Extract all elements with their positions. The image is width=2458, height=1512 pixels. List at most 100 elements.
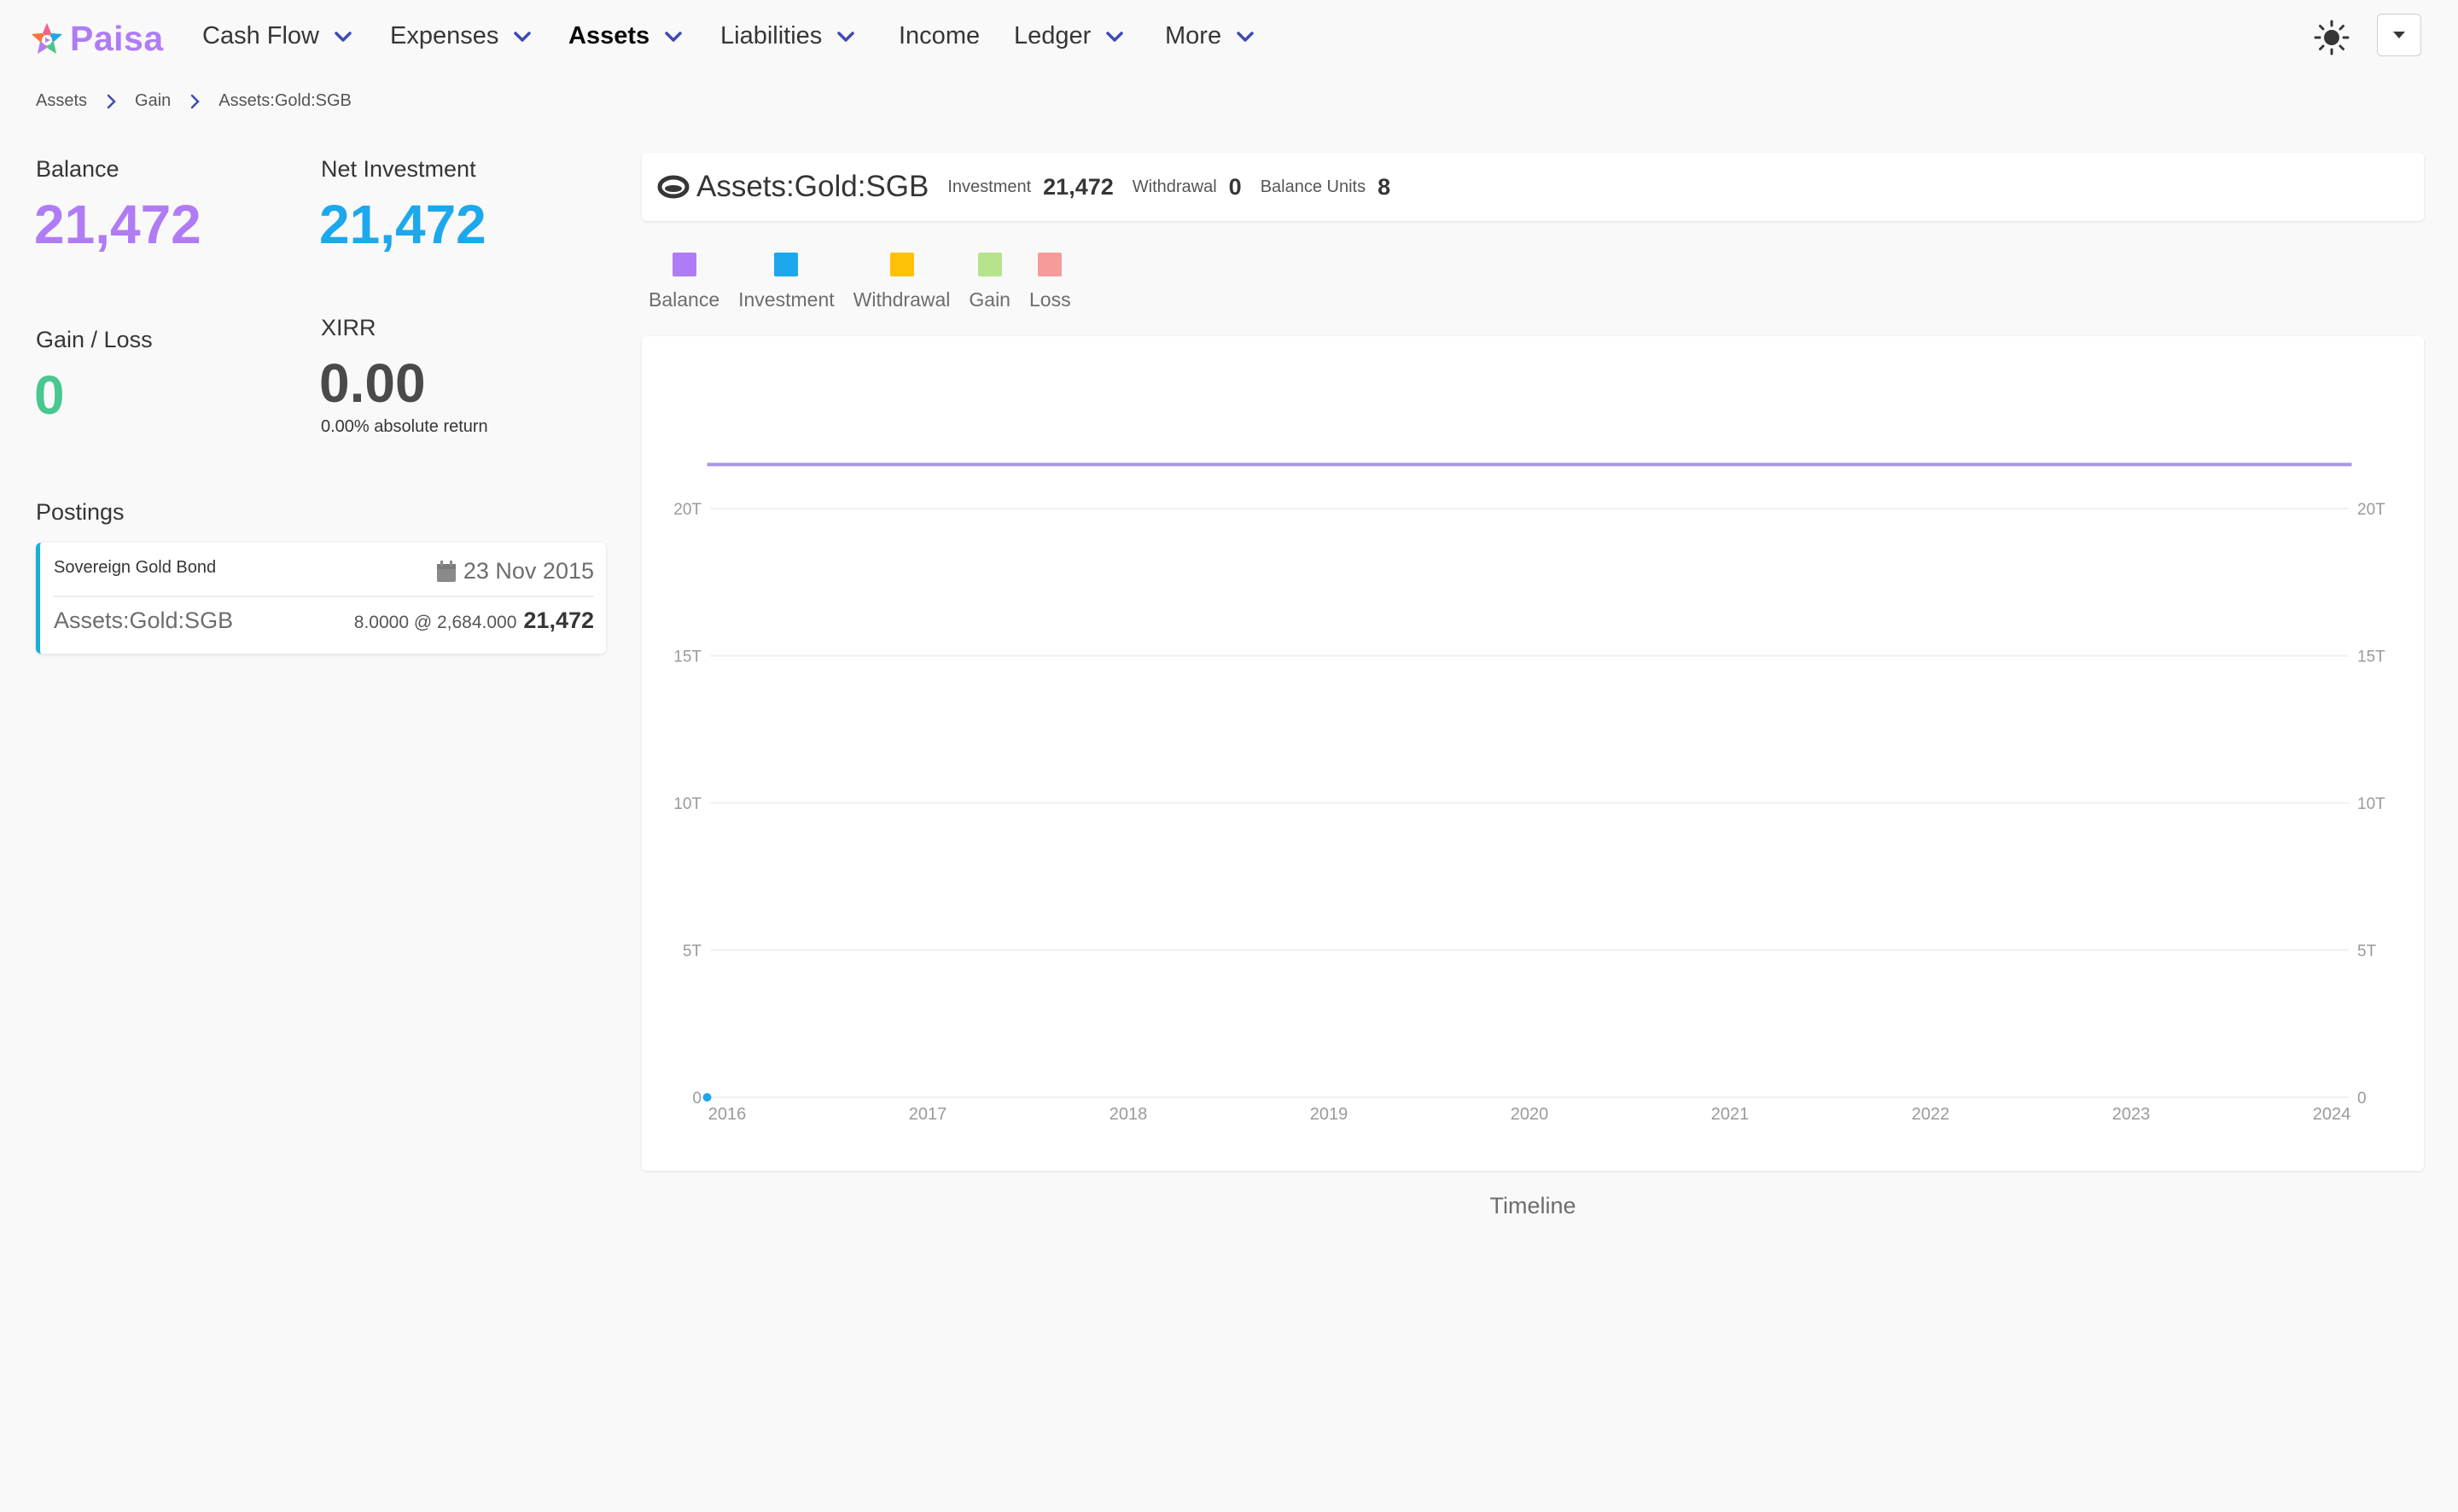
y-tick-label-left: 0	[692, 1090, 702, 1108]
posting-description: Sovereign Gold Bond	[54, 558, 217, 577]
breadcrumb-item-assets[interactable]: Assets	[36, 91, 87, 111]
posting-date-text: 23 Nov 2015	[463, 558, 594, 584]
legend-swatch	[1038, 253, 1063, 276]
x-tick-label: 2018	[1110, 1105, 1148, 1124]
legend-label: Gain	[969, 288, 1011, 311]
net-investment-value: 21,472	[319, 194, 486, 255]
y-tick-label-left: 5T	[683, 943, 702, 961]
user-menu-button[interactable]	[2377, 14, 2421, 56]
x-tick-label: 2019	[1310, 1105, 1348, 1124]
calendar-icon	[436, 560, 456, 582]
investment-value: 21,472	[1043, 173, 1114, 200]
gain-loss-label: Gain / Loss	[36, 327, 153, 352]
chevron-right-icon	[191, 94, 201, 108]
posting-account: Assets:Gold:SGB	[54, 608, 234, 633]
top-navbar: Paisa Cash Flow Expenses Assets Liabilit…	[0, 0, 2458, 77]
brand-name: Paisa	[70, 19, 164, 58]
chevron-down-icon	[1237, 31, 1254, 42]
breadcrumb-item-gain[interactable]: Gain	[135, 91, 171, 111]
x-tick-label: 2017	[909, 1105, 947, 1124]
legend-item-balance[interactable]: Balance	[649, 253, 719, 311]
divider	[54, 596, 594, 597]
withdrawal-value: 0	[1228, 173, 1242, 200]
net-investment-label: Net Investment	[321, 156, 476, 182]
nav-label: More	[1165, 22, 1222, 49]
y-tick-label-left: 10T	[673, 795, 702, 813]
x-tick-label: 2020	[1511, 1105, 1549, 1124]
legend-label: Loss	[1028, 288, 1071, 311]
balance-value: 21,472	[34, 194, 201, 255]
posting-amounts: 8.0000 @ 2,684.000 21,472	[354, 608, 594, 634]
nav-income[interactable]: Income	[899, 22, 980, 50]
withdrawal-label: Withdrawal	[1132, 177, 1217, 196]
y-tick-label-right: 20T	[2357, 501, 2385, 519]
legend-swatch	[977, 253, 1002, 276]
timeline-chart: 0 0 5T 5T 10T 10T 15T 15T 20T 20T 2016 2017 2018 2019…	[642, 336, 2424, 1171]
x-tick-label: 2024	[2313, 1105, 2351, 1124]
chevron-down-icon	[514, 31, 532, 42]
x-tick-label: 2021	[1711, 1105, 1750, 1124]
nav-expenses[interactable]: Expenses	[390, 22, 533, 50]
nav-label: Cash Flow	[202, 22, 319, 49]
nav-more[interactable]: More	[1165, 22, 1255, 50]
legend-item-loss[interactable]: Loss	[1029, 253, 1071, 311]
nav-ledger[interactable]: Ledger	[1014, 22, 1125, 50]
y-tick-label-left: 15T	[673, 648, 702, 666]
legend-swatch	[889, 253, 914, 276]
legend-label: Withdrawal	[853, 288, 951, 311]
posting-date: 23 Nov 2015	[436, 558, 594, 584]
legend-swatch	[774, 253, 799, 276]
y-tick-label-left: 20T	[673, 501, 702, 519]
gain-loss-value: 0	[34, 364, 65, 426]
paisa-logo-icon	[32, 22, 62, 54]
nav-assets[interactable]: Assets	[568, 22, 684, 50]
series-point-investment	[702, 1093, 712, 1102]
nav-cash-flow[interactable]: Cash Flow	[202, 22, 353, 50]
chevron-down-icon	[1106, 31, 1124, 42]
legend-item-gain[interactable]: Gain	[969, 253, 1011, 311]
chevron-down-icon	[837, 31, 855, 42]
legend-swatch	[672, 253, 696, 276]
x-tick-label: 2022	[1912, 1105, 1950, 1124]
nav-label: Liabilities	[720, 22, 823, 49]
chevron-down-icon	[335, 31, 352, 42]
balance-label: Balance	[36, 156, 119, 182]
xirr-value: 0.00	[319, 352, 426, 414]
brand[interactable]: Paisa	[29, 19, 164, 59]
x-tick-label: 2016	[708, 1105, 747, 1124]
posting-quantity: 8.0000 @ 2,684.000	[353, 613, 517, 632]
account-summary-card: Assets:Gold:SGB Investment 21,472 Withdr…	[642, 153, 2424, 221]
posting-card[interactable]: Sovereign Gold Bond 23 Nov 2015 Assets:G…	[36, 543, 606, 654]
legend-label: Investment	[738, 288, 835, 311]
y-tick-label-right: 5T	[2357, 943, 2377, 961]
caret-down-icon	[2393, 32, 2405, 38]
nav-label: Ledger	[1014, 22, 1092, 49]
breadcrumb-item-current: Assets:Gold:SGB	[218, 91, 352, 110]
chart-x-axis-label: Timeline	[1489, 1193, 1576, 1218]
legend-item-investment[interactable]: Investment	[738, 253, 835, 311]
nav-label: Income	[899, 22, 981, 49]
legend-item-withdrawal[interactable]: Withdrawal	[853, 253, 951, 311]
chevron-right-icon	[107, 94, 116, 108]
y-tick-label-right: 15T	[2357, 648, 2385, 666]
postings-title: Postings	[36, 499, 125, 525]
breadcrumb: Assets Gain Assets:Gold:SGB	[36, 91, 352, 111]
xirr-label: XIRR	[321, 315, 376, 340]
nav-label: Assets	[568, 22, 650, 49]
posting-amount: 21,472	[523, 608, 594, 633]
balance-units-label: Balance Units	[1260, 177, 1366, 196]
investment-label: Investment	[947, 177, 1032, 196]
y-tick-label-right: 10T	[2357, 795, 2385, 813]
xirr-absolute-return: 0.00% absolute return	[321, 417, 488, 436]
nav-label: Expenses	[390, 22, 499, 49]
nav-liabilities[interactable]: Liabilities	[720, 22, 856, 50]
x-tick-label: 2023	[2112, 1105, 2151, 1124]
legend-label: Balance	[649, 288, 720, 311]
chevron-down-icon	[665, 31, 682, 42]
chart-legend: Balance Investment Withdrawal Gain Loss	[649, 253, 1090, 311]
ring-icon	[657, 175, 690, 199]
y-tick-label-right: 0	[2357, 1090, 2367, 1108]
sun-icon[interactable]	[2313, 19, 2350, 56]
summary-account: Assets:Gold:SGB	[696, 170, 929, 203]
chart-canvas: 0 0 5T 5T 10T 10T 15T 15T 20T 20T 2016 2017 2018 2019…	[673, 462, 2385, 1124]
